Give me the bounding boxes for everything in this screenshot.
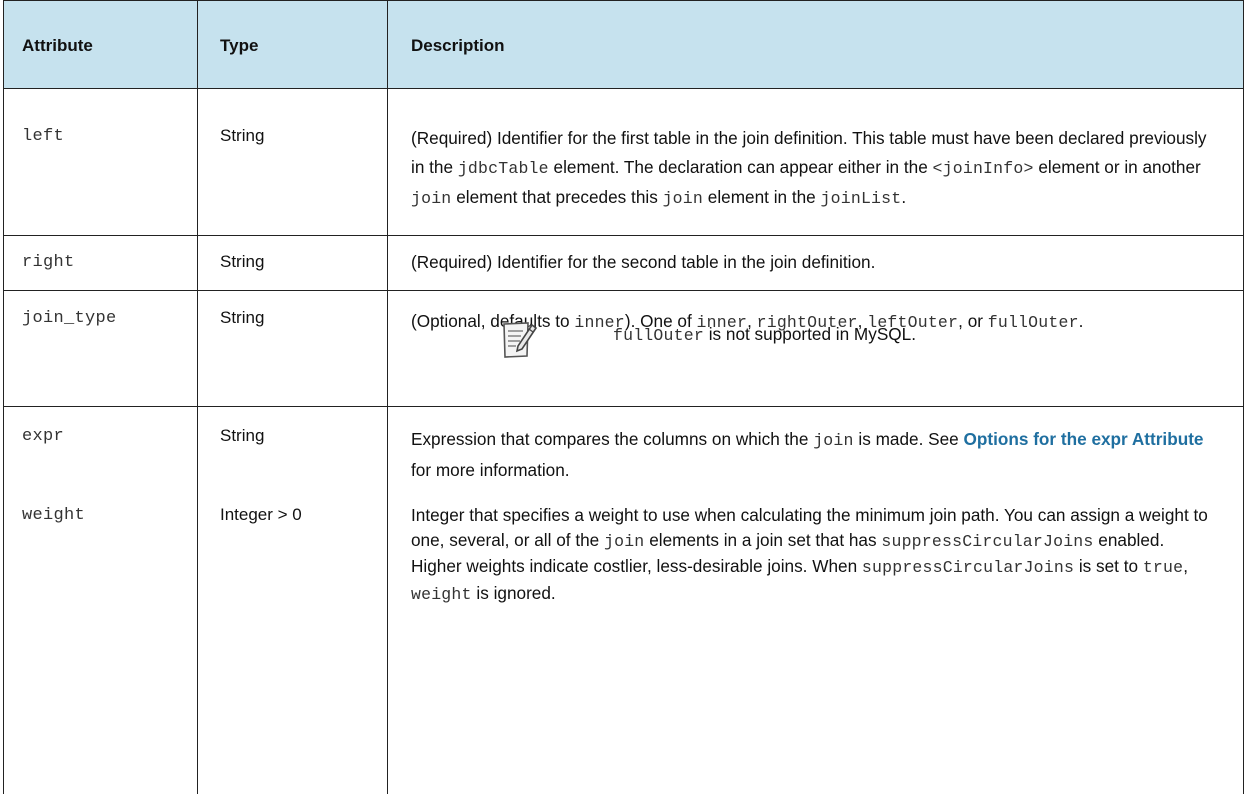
attr-type: String [220,126,265,145]
header-description: Description [411,36,505,55]
attr-description: (Required) Identifier for the first tabl… [411,128,1207,208]
border-top [3,0,1244,1]
attr-type: Integer > 0 [220,505,302,524]
attr-name: left [22,127,65,146]
divider-col1 [197,0,198,794]
attr-name: expr [22,427,65,446]
row-divider [3,290,1244,291]
row-divider [3,235,1244,236]
attr-name: join_type [22,309,117,328]
header-attribute: Attribute [22,36,93,55]
attr-type: String [220,308,265,327]
note-text: fullOuter is not supported in MySQL. [613,324,917,345]
divider-col2 [387,0,388,794]
row-divider [3,88,1244,89]
border-right [1243,0,1244,794]
row-divider [3,406,1244,407]
header-type: Type [220,36,259,55]
table-header: Attribute Type Description [3,0,1244,88]
attr-description: Integer that specifies a weight to use w… [411,505,1208,604]
attr-type: String [220,426,265,445]
note-pencil-icon [503,322,538,358]
attr-description: (Required) Identifier for the second tab… [411,252,876,272]
expr-options-link[interactable]: Options for the expr Attribute [964,429,1204,449]
attr-description: Expression that compares the columns on … [411,429,1204,480]
border-left [3,0,4,794]
attr-name: right [22,253,75,272]
attr-name: weight [22,506,86,525]
attr-type: String [220,252,265,271]
